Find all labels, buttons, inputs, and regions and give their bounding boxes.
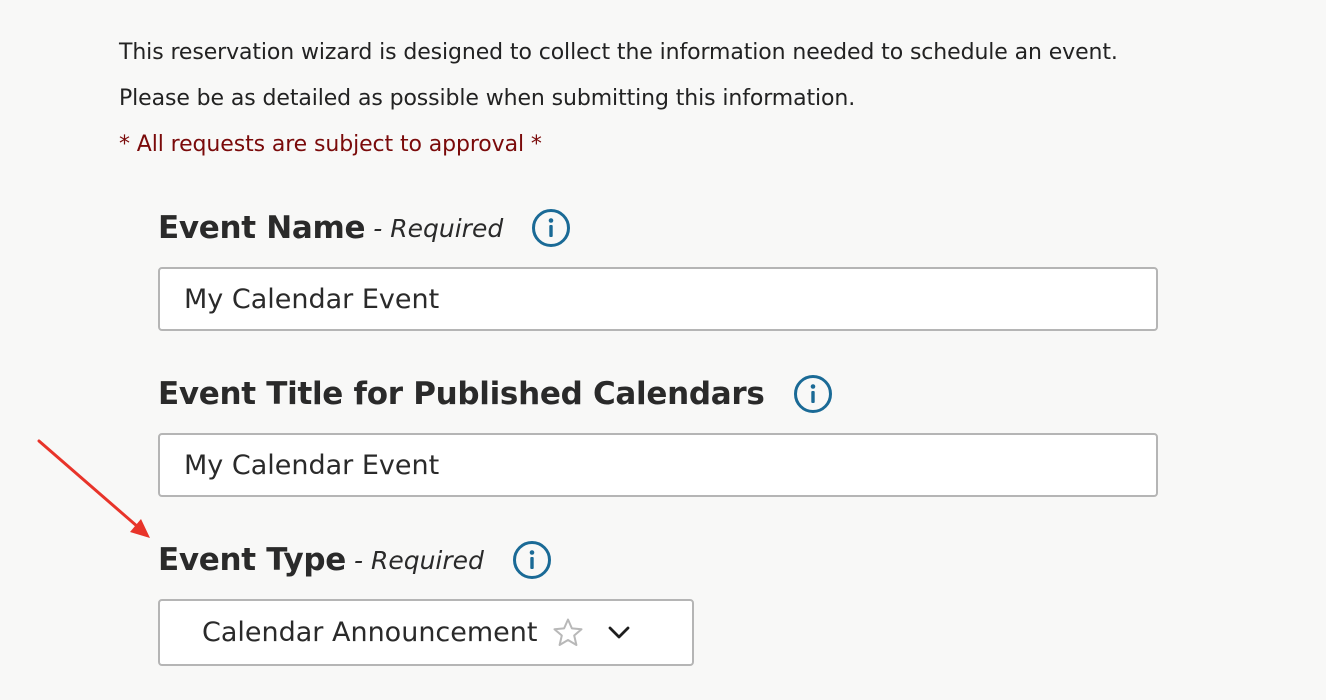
info-circle-icon[interactable] [531, 208, 571, 248]
event-name-title: Event Name [158, 210, 366, 246]
reservation-wizard-page: This reservation wizard is designed to c… [0, 0, 1326, 700]
info-circle-icon[interactable] [793, 374, 833, 414]
event-type-label: Event Type - Required [158, 537, 552, 583]
event-type-selected-value: Calendar Announcement [202, 617, 538, 648]
event-type-title: Event Type [158, 542, 346, 578]
event-name-input[interactable] [158, 267, 1158, 331]
info-circle-icon[interactable] [512, 540, 552, 580]
event-name-required: - Required [373, 213, 504, 243]
event-title-label: Event Title for Published Calendars [158, 371, 833, 417]
intro-line-2: Please be as detailed as possible when s… [119, 86, 856, 111]
chevron-down-icon[interactable] [608, 626, 630, 640]
star-outline-icon[interactable] [552, 617, 584, 649]
event-type-required: - Required [353, 545, 484, 575]
event-type-select[interactable]: Calendar Announcement [158, 599, 694, 666]
event-title-title: Event Title for Published Calendars [158, 376, 765, 412]
intro-line-1: This reservation wizard is designed to c… [119, 40, 1118, 65]
approval-notice: * All requests are subject to approval * [119, 132, 542, 157]
event-name-label: Event Name - Required [158, 205, 571, 251]
event-title-input[interactable] [158, 433, 1158, 497]
intro-text: This reservation wizard is designed to c… [119, 30, 1118, 168]
